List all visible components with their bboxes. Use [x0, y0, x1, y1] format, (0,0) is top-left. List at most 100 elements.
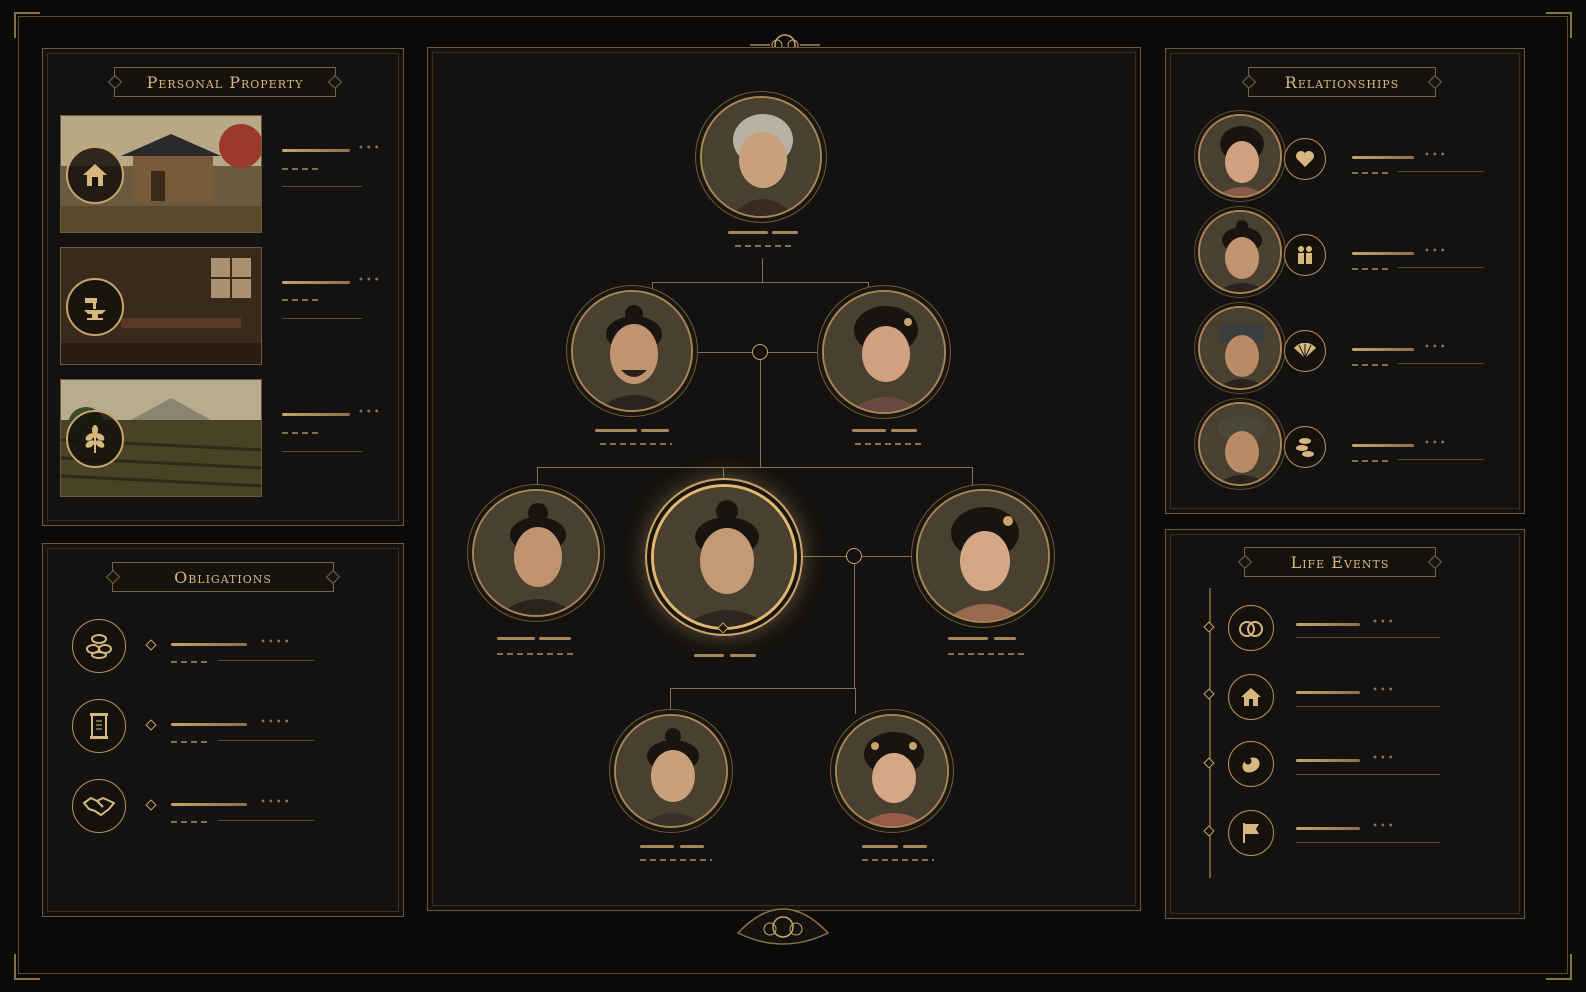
- life-event-dots: •••: [1372, 821, 1396, 832]
- name-plate-subline: [735, 245, 791, 247]
- obligations-title: Obligations: [112, 562, 334, 592]
- tree-connector: [537, 467, 538, 489]
- relationships-title: Relationships: [1248, 67, 1436, 97]
- grain-icon: [66, 410, 124, 468]
- relationship-portrait-lord[interactable]: [1198, 306, 1282, 390]
- life-event-dots: •••: [1372, 753, 1396, 764]
- property-dots: •••: [358, 275, 382, 286]
- corner-ornament: [1546, 954, 1572, 980]
- property-value-bar: [282, 149, 350, 152]
- life-event-bar: [1296, 827, 1360, 830]
- portrait-daughter[interactable]: [835, 714, 949, 828]
- relationship-divider: [1398, 267, 1484, 268]
- relationship-divider: [1398, 459, 1484, 460]
- coins-icon[interactable]: [72, 619, 126, 673]
- handshake-icon[interactable]: [72, 779, 126, 833]
- relationship-subline: [1352, 460, 1392, 462]
- portrait-player-character[interactable]: [651, 484, 797, 630]
- tree-connector: [723, 467, 724, 483]
- relationship-bar: [1352, 444, 1414, 447]
- relationship-dots: •••: [1424, 438, 1448, 449]
- property-subline: [282, 168, 318, 170]
- name-plate-bar: [641, 429, 669, 432]
- name-plate-bar: [539, 637, 571, 640]
- life-event-divider: [1296, 774, 1440, 775]
- relationship-portrait-lover[interactable]: [1198, 114, 1282, 198]
- portrait-spouse[interactable]: [916, 489, 1050, 623]
- tree-connector: [762, 258, 763, 282]
- name-plate-bar: [948, 637, 988, 640]
- corner-ornament: [14, 12, 40, 38]
- property-subline: [282, 432, 318, 434]
- corner-ornament: [14, 954, 40, 980]
- property-value-bar: [282, 281, 350, 284]
- baby-icon[interactable]: [1228, 741, 1274, 787]
- life-events-panel: [1165, 529, 1525, 919]
- name-plate-bar: [891, 429, 917, 432]
- name-plate-subline: [862, 859, 934, 861]
- name-plate-bar: [994, 637, 1016, 640]
- tree-connector: [760, 360, 761, 468]
- life-event-bar: [1296, 623, 1360, 626]
- portrait-son[interactable]: [614, 714, 728, 828]
- name-plate-bar: [694, 654, 724, 657]
- portrait-brother[interactable]: [472, 489, 600, 617]
- relationship-dots: •••: [1424, 150, 1448, 161]
- life-event-bar: [1296, 691, 1360, 694]
- rings-icon[interactable]: [1228, 605, 1274, 651]
- obligation-dots: ••••: [260, 637, 292, 648]
- life-event-divider: [1296, 637, 1440, 638]
- relationship-bar: [1352, 348, 1414, 351]
- relationship-subline: [1352, 172, 1392, 174]
- relationship-portrait-brother[interactable]: [1198, 210, 1282, 294]
- tree-connector: [652, 282, 868, 283]
- obligation-divider: [218, 660, 314, 661]
- name-plate-subline: [497, 653, 577, 655]
- tree-connector: [537, 467, 972, 468]
- name-plate-bar: [862, 845, 898, 848]
- scroll-icon[interactable]: [72, 699, 126, 753]
- corner-ornament: [1546, 12, 1572, 38]
- property-subline: [282, 299, 318, 301]
- property-divider: [282, 451, 362, 452]
- relationship-bar: [1352, 156, 1414, 159]
- tree-connector: [670, 688, 671, 714]
- portrait-grandmother[interactable]: [700, 96, 822, 218]
- portrait-mother[interactable]: [822, 290, 946, 414]
- obligation-subline: [171, 821, 209, 823]
- name-plate-bar: [680, 845, 704, 848]
- life-event-divider: [1296, 842, 1440, 843]
- property-divider: [282, 186, 362, 187]
- relationship-subline: [1352, 364, 1392, 366]
- coins-icon: [1284, 426, 1326, 468]
- relationship-divider: [1398, 363, 1484, 364]
- property-value-bar: [282, 413, 350, 416]
- family-icon: [1284, 234, 1326, 276]
- life-event-bar: [1296, 759, 1360, 762]
- obligation-dots: ••••: [260, 797, 292, 808]
- life-events-title: Life Events: [1244, 547, 1436, 577]
- property-divider: [282, 318, 362, 319]
- marriage-knot: [846, 548, 862, 564]
- name-plate-bar: [497, 637, 535, 640]
- obligation-divider: [218, 740, 314, 741]
- relationship-dots: •••: [1424, 342, 1448, 353]
- portrait-father[interactable]: [571, 290, 693, 412]
- obligation-dots: ••••: [260, 717, 292, 728]
- obligation-bar: [171, 723, 247, 726]
- tree-connector: [855, 688, 856, 714]
- relationship-portrait-merchant[interactable]: [1198, 402, 1282, 486]
- obligation-subline: [171, 741, 209, 743]
- tree-connector: [854, 564, 855, 688]
- bottom-cloud-ornament: [728, 893, 838, 955]
- house-icon[interactable]: [1228, 674, 1274, 720]
- name-plate-subline: [855, 443, 923, 445]
- name-plate-bar: [640, 845, 674, 848]
- name-plate-bar: [595, 429, 637, 432]
- name-plate-bar: [852, 429, 886, 432]
- name-plate-bar: [730, 654, 756, 657]
- name-plate-subline: [948, 653, 1024, 655]
- property-dots: •••: [358, 407, 382, 418]
- flag-icon[interactable]: [1228, 810, 1274, 856]
- marriage-knot: [752, 344, 768, 360]
